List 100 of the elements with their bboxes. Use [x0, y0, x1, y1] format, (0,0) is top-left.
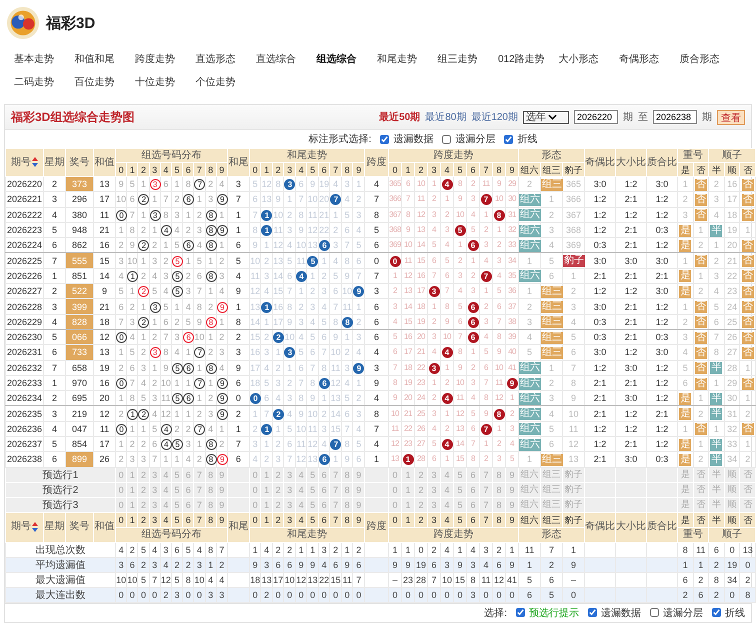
year-dropdown[interactable]: 选年 [523, 110, 569, 124]
nav-link[interactable]: 组三走势 [438, 52, 498, 69]
table-cell: 3 [306, 298, 318, 314]
nav-link[interactable]: 直选形态 [196, 52, 256, 69]
table-cell: 12 [562, 436, 585, 452]
checkbox[interactable] [380, 134, 390, 144]
table-cell: 11 [160, 390, 172, 406]
range-link[interactable]: 最近120期 [471, 110, 518, 124]
table-cell: 2 [272, 360, 284, 376]
table-cell: 2 [205, 176, 216, 192]
table-cell: 4 [562, 314, 585, 330]
table-cell: 1:2 [646, 298, 678, 314]
checkbox[interactable] [588, 608, 597, 618]
status-badge: 是 [679, 438, 692, 451]
range-link[interactable]: 最近80期 [425, 110, 466, 124]
nav-link[interactable]: 直选综合 [256, 52, 316, 69]
table-cell: 3 [480, 542, 492, 558]
table-cell: 1 [194, 360, 205, 376]
table-cell: 8 [295, 207, 307, 222]
table-cell: 2 [440, 375, 454, 391]
status-badge: 否 [694, 178, 707, 191]
table-cell: 10 [284, 572, 296, 588]
table-cell: 4 [194, 238, 205, 253]
app-title: 福彩3D [46, 14, 96, 32]
table-cell: 2 [693, 238, 709, 253]
view-button[interactable]: 查看 [717, 110, 745, 124]
table-cell: 2026225 [6, 252, 44, 268]
table-cell: 3 [260, 344, 272, 360]
status-badge: 组三 [541, 454, 564, 466]
table-cell: 5 [428, 436, 440, 452]
number-ball: 0 [390, 256, 400, 267]
number-ball: 6 [468, 332, 478, 344]
table-cell: 373 [66, 176, 94, 192]
status-badge: 组六 [519, 270, 542, 282]
nav-link[interactable]: 百位走势 [74, 75, 135, 92]
column-header: 星期 [44, 148, 66, 176]
status-badge: 否 [742, 378, 754, 390]
number-ball: 3 [428, 362, 440, 374]
status-badge: 否 [742, 209, 754, 222]
table-cell: 5 [492, 284, 506, 299]
table-cell: 6 [249, 192, 261, 208]
status-badge: 否 [694, 346, 707, 359]
circled-number: 3 [150, 210, 161, 221]
number-ball: 6 [318, 454, 330, 466]
status-badge: 否 [742, 178, 754, 191]
nav-link[interactable]: 十位走势 [135, 75, 196, 92]
nav-link[interactable]: 二码走势 [14, 75, 74, 92]
table-cell: 18 [724, 207, 740, 222]
table-cell: 9 [194, 314, 205, 330]
checkbox[interactable] [504, 134, 514, 144]
table-cell: 28 [724, 360, 740, 376]
nav-link[interactable]: 012路走势 [498, 52, 558, 69]
row-label: 平均遗漏值 [6, 557, 116, 572]
nav-link[interactable]: 组选综合 [316, 52, 377, 69]
table-cell: 1 [330, 207, 342, 222]
checkbox[interactable] [442, 134, 452, 144]
status-badge: 组三 [541, 346, 564, 359]
nav-link[interactable]: 质合形态 [680, 52, 740, 69]
table-cell: 2:1 [646, 268, 678, 284]
nav-link[interactable]: 大小形态 [558, 52, 619, 69]
nav-link[interactable]: 个位走势 [196, 75, 256, 92]
number-ball: 7 [480, 194, 492, 206]
input-field[interactable]: 2026220 [574, 110, 618, 124]
status-badge: 组六 [519, 438, 542, 451]
nav-link[interactable]: 跨度走势 [135, 52, 196, 69]
checkbox[interactable] [516, 608, 525, 618]
status-badge: 组三 [541, 301, 564, 314]
table-cell: 6 [352, 452, 364, 468]
table-cell: 21 [402, 406, 414, 422]
input-field[interactable]: 2026238 [653, 110, 697, 124]
table-cell: 4 [116, 542, 127, 558]
table-cell: 2026224 [6, 238, 44, 253]
table-cell: 7 [428, 268, 440, 284]
table-cell: 4 [216, 572, 228, 588]
table-cell: 4 [352, 222, 364, 238]
nav-link[interactable]: 基本走势 [14, 52, 74, 69]
table-cell: 5 [518, 572, 541, 588]
table-cell: 12 [414, 207, 428, 222]
table-cell: 5 [194, 252, 205, 268]
checkbox[interactable] [712, 608, 721, 618]
range-link[interactable]: 最近50期 [379, 110, 420, 124]
table-cell: 7 [318, 344, 330, 360]
table-cell: 9 [341, 268, 353, 284]
nav-link[interactable]: 和尾走势 [377, 52, 438, 69]
sort-icon[interactable] [32, 522, 38, 532]
table-cell: 1 [182, 406, 194, 422]
number-ball: 7 [480, 270, 492, 282]
table-cell: 7 [428, 572, 440, 588]
table-cell: 2 [284, 542, 296, 558]
checkbox[interactable] [650, 608, 659, 618]
nav-link[interactable]: 和值和尾 [74, 52, 135, 69]
table-cell: 3 [160, 268, 172, 284]
nav-link[interactable]: 奇偶形态 [619, 52, 680, 69]
status-badge: 否 [694, 423, 707, 436]
table-cell: 17 [272, 572, 284, 588]
sort-icon[interactable] [32, 156, 38, 167]
table-cell: 1:2 [584, 284, 616, 299]
table-cell: 733 [66, 344, 94, 360]
table-cell: 4 [318, 436, 330, 452]
status-badge: 半 [710, 454, 722, 466]
